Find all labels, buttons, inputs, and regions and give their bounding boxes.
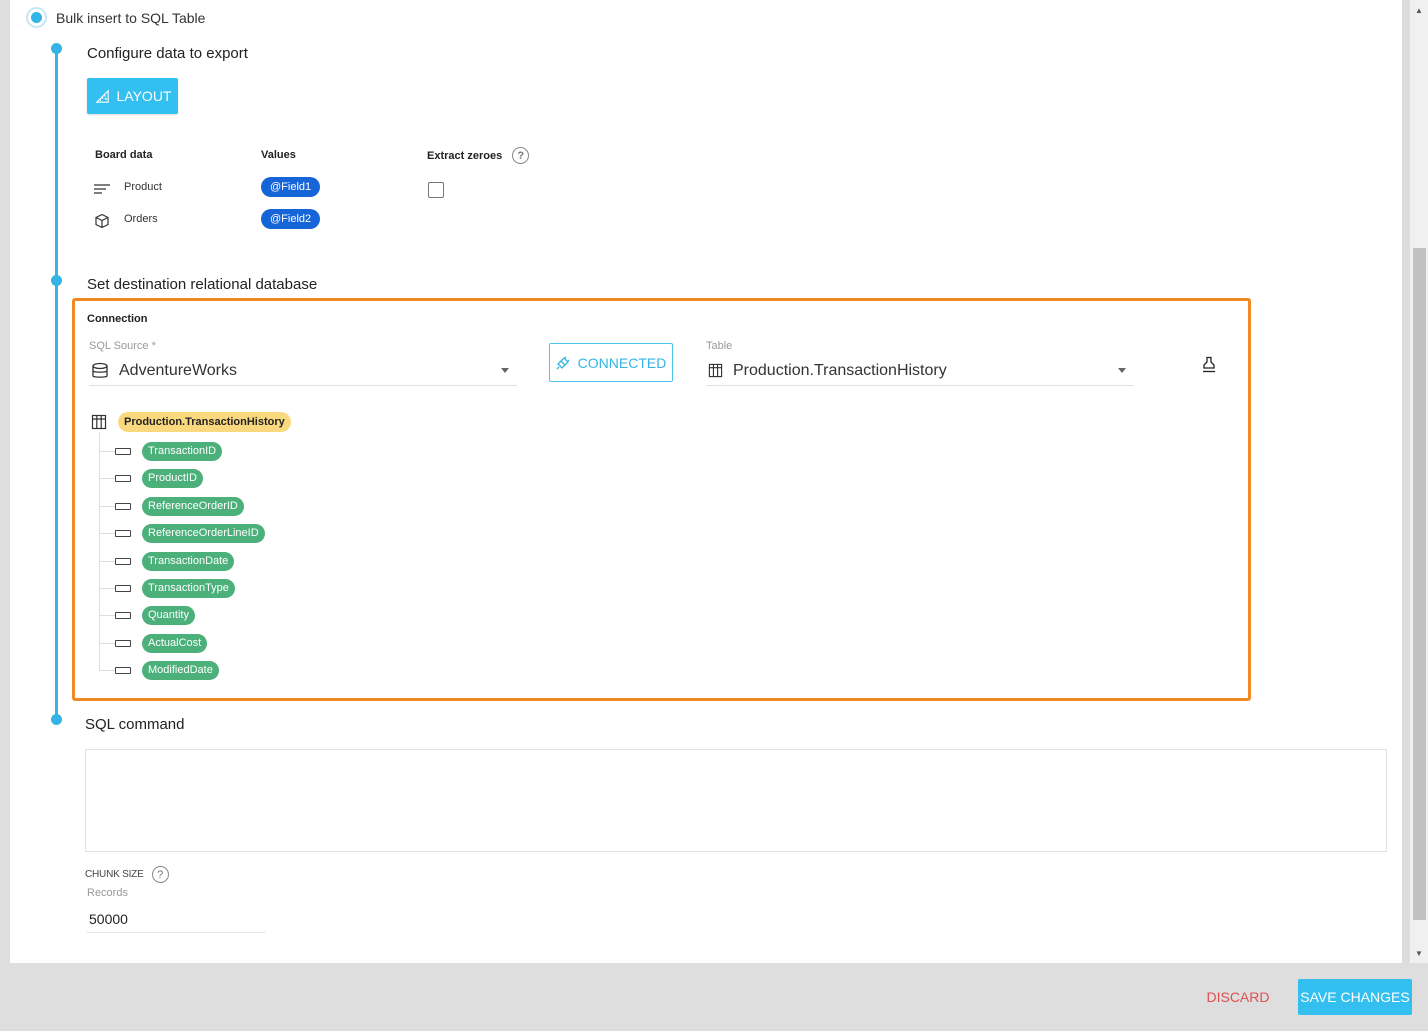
table-select[interactable]: Production.TransactionHistory <box>706 356 1134 386</box>
scroll-thumb[interactable] <box>1413 248 1426 920</box>
help-icon[interactable]: ? <box>151 866 169 883</box>
text-lines-icon <box>94 184 110 194</box>
column-icon <box>115 529 131 537</box>
column-chip[interactable]: ProductID <box>142 468 203 488</box>
save-changes-button[interactable]: SAVE CHANGES <box>1298 979 1412 1015</box>
table-grid-icon <box>91 414 107 430</box>
step-dot-sql <box>51 714 62 725</box>
tree-branch-line <box>99 560 115 562</box>
chunk-size-label: CHUNK SIZE ? <box>85 866 169 883</box>
tree-branch-line <box>99 642 115 644</box>
column-header-values: Values <box>261 149 296 161</box>
tree-column-row: ReferenceOrderLineID <box>99 523 265 543</box>
records-label: Records <box>87 887 128 899</box>
tree-column-row: TransactionDate <box>99 551 235 571</box>
tree-branch-line <box>99 587 115 589</box>
connected-button-label: CONNECTED <box>577 354 667 371</box>
table-label: Table <box>706 340 733 352</box>
chevron-down-icon <box>501 368 509 373</box>
plug-icon <box>556 356 570 369</box>
layout-ruler-icon <box>94 88 109 103</box>
discard-button[interactable]: DISCARD <box>1198 982 1278 1012</box>
bulk-insert-label: Bulk insert to SQL Table <box>56 10 206 26</box>
step-title-sql: SQL command <box>85 716 185 733</box>
records-input[interactable] <box>86 906 266 933</box>
sql-source-value: AdventureWorks <box>119 361 237 379</box>
tree-column-row: ModifiedDate <box>99 660 219 680</box>
panel-gutter <box>1402 0 1410 963</box>
tree-column-row: TransactionType <box>99 578 235 598</box>
step-title-destination: Set destination relational database <box>87 276 318 293</box>
chunk-size-text: CHUNK SIZE <box>85 869 144 880</box>
step-dot-destination <box>51 275 62 286</box>
sql-source-label: SQL Source * <box>89 340 156 352</box>
step-dot-configure <box>51 43 62 54</box>
sql-source-select[interactable]: AdventureWorks <box>89 356 517 386</box>
field-value-chip[interactable]: @Field1 <box>261 177 321 197</box>
column-chip[interactable]: ReferenceOrderID <box>142 496 244 516</box>
column-icon <box>115 639 131 647</box>
column-chip[interactable]: Quantity <box>142 605 195 625</box>
column-chip[interactable]: ActualCost <box>142 633 208 653</box>
tree-column-row: TransactionID <box>99 441 223 461</box>
column-chip[interactable]: TransactionType <box>142 578 235 598</box>
connected-button[interactable]: CONNECTED <box>549 343 673 382</box>
tree-branch-line <box>99 505 115 507</box>
layout-button-label: LAYOUT <box>116 88 172 104</box>
cube-icon <box>95 213 109 229</box>
tree-branch-line <box>99 450 115 452</box>
column-header-extract-zeroes: Extract zeroes ? <box>427 147 530 164</box>
help-icon[interactable]: ? <box>512 147 530 164</box>
table-value: Production.TransactionHistory <box>733 361 947 379</box>
stepper-line <box>55 48 58 720</box>
column-icon <box>115 611 131 619</box>
column-chip[interactable]: ModifiedDate <box>142 660 219 680</box>
board-data-row-label: Orders <box>124 213 158 225</box>
tree-branch-line <box>99 614 115 616</box>
tree-column-row: ActualCost <box>99 633 208 653</box>
tree-column-row: ProductID <box>99 468 203 488</box>
column-icon <box>115 584 131 592</box>
chevron-down-icon <box>1118 368 1126 373</box>
column-chip[interactable]: ReferenceOrderLineID <box>142 523 265 543</box>
layout-button[interactable]: LAYOUT <box>87 78 178 114</box>
sql-command-input[interactable] <box>85 749 1387 852</box>
tree-branch-line <box>99 477 115 479</box>
table-grid-icon <box>708 363 723 378</box>
field-value-chip[interactable]: @Field2 <box>261 209 321 229</box>
extract-zeroes-checkbox[interactable] <box>428 182 444 198</box>
column-icon <box>115 447 131 455</box>
tree-branch-line <box>99 669 115 671</box>
radio-selected-dot <box>31 12 42 23</box>
clear-button[interactable] <box>1199 355 1219 375</box>
database-icon <box>92 362 108 378</box>
column-icon <box>115 502 131 510</box>
column-icon <box>115 474 131 482</box>
board-data-row-label: Product <box>124 181 162 193</box>
column-chip[interactable]: TransactionID <box>142 441 223 461</box>
column-header-board-data: Board data <box>95 149 153 161</box>
step-title-configure: Configure data to export <box>87 45 248 62</box>
column-icon <box>115 557 131 565</box>
scroll-up-arrow-icon[interactable]: ▲ <box>1410 2 1428 18</box>
broom-icon <box>1203 356 1215 373</box>
extract-zeroes-label: Extract zeroes <box>427 149 503 162</box>
connection-title: Connection <box>87 313 148 325</box>
tree-column-row: ReferenceOrderID <box>99 496 244 516</box>
table-name-chip[interactable]: Production.TransactionHistory <box>118 412 291 432</box>
column-icon <box>115 666 131 674</box>
tree-branch-line <box>99 532 115 534</box>
scroll-down-arrow-icon[interactable]: ▼ <box>1410 945 1428 961</box>
vertical-scrollbar[interactable]: ▲ ▼ <box>1410 0 1428 963</box>
bulk-insert-radio[interactable] <box>26 7 47 28</box>
tree-column-row: Quantity <box>99 605 195 625</box>
column-chip[interactable]: TransactionDate <box>142 551 235 571</box>
